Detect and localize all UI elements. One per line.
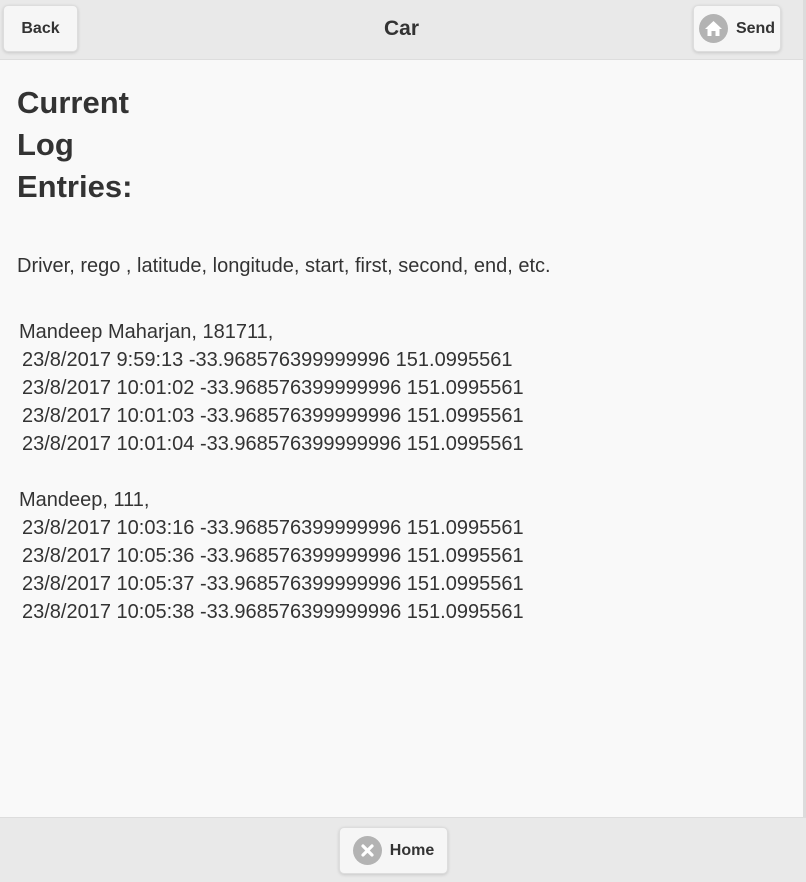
home-icon: [698, 14, 728, 43]
fields-description: Driver, rego , latitude, longitude, star…: [17, 255, 551, 277]
log-entry: 23/8/2017 10:01:04 -33.968576399999996 1…: [22, 433, 524, 455]
home-button[interactable]: Home: [339, 827, 448, 874]
send-button-label: Send: [735, 19, 776, 37]
log-group-header: Mandeep, 111,: [19, 489, 150, 511]
log-entry: 23/8/2017 10:05:36 -33.968576399999996 1…: [22, 545, 524, 567]
log-group: Mandeep Maharjan, 181711, 23/8/2017 9:59…: [19, 318, 524, 458]
send-button[interactable]: Send: [693, 5, 781, 52]
log-entry: 23/8/2017 10:01:03 -33.968576399999996 1…: [22, 405, 524, 427]
page-title: Car: [383, 17, 420, 40]
home-button-label: Home: [389, 841, 435, 859]
log-group: Mandeep, 111, 23/8/2017 10:03:16 -33.968…: [19, 486, 524, 626]
page: Back Car Send Current Log Entries: Drive…: [0, 0, 806, 882]
close-icon: [352, 836, 382, 865]
log-entry: 23/8/2017 10:05:38 -33.968576399999996 1…: [22, 601, 524, 623]
log-group-header: Mandeep Maharjan, 181711,: [19, 321, 274, 343]
log-entry: 23/8/2017 10:03:16 -33.968576399999996 1…: [22, 517, 524, 539]
log-heading: Current Log Entries:: [17, 85, 133, 204]
header-bar: Back Car Send: [0, 0, 803, 60]
log-entry: 23/8/2017 9:59:13 -33.968576399999996 15…: [22, 349, 513, 371]
log-entry: 23/8/2017 10:05:37 -33.968576399999996 1…: [22, 573, 524, 595]
log-entry: 23/8/2017 10:01:02 -33.968576399999996 1…: [22, 377, 524, 399]
